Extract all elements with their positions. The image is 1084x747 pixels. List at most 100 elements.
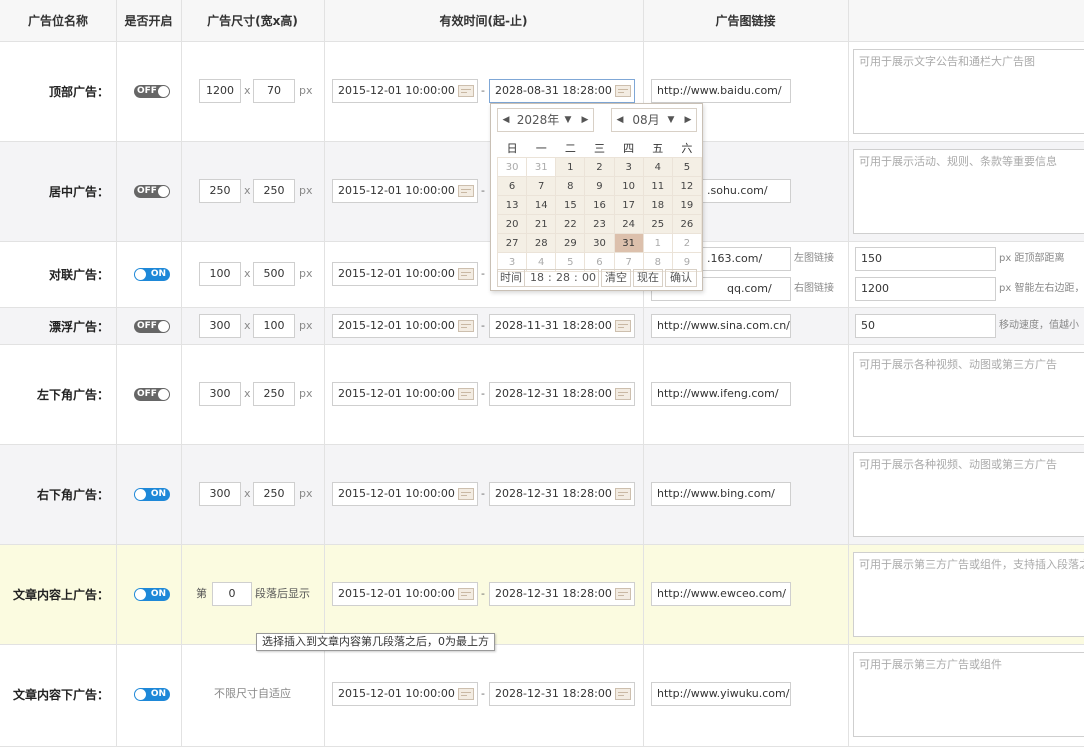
minute-value[interactable]: 28 [556,270,570,286]
paragraph-number-input[interactable]: 0 [212,582,252,606]
height-input[interactable]: 70 [253,79,295,103]
calendar-day[interactable]: 10 [613,176,644,196]
width-input[interactable]: 300 [199,482,241,506]
calendar-day[interactable]: 8 [555,176,586,196]
calendar-icon[interactable] [458,688,474,700]
second-value[interactable]: 00 [582,270,596,286]
end-date-input[interactable]: 2028-12-31 18:28:00 [489,582,635,606]
next-month-icon[interactable]: ▶ [680,109,696,131]
calendar-day[interactable]: 3 [613,157,644,177]
width-input[interactable]: 300 [199,382,241,406]
year-selector[interactable]: ◀ 2028年 ▼ ▶ [497,108,594,132]
start-date-input[interactable]: 2015-12-01 10:00:00 [332,79,478,103]
calendar-day[interactable]: 28 [526,233,557,253]
description-textarea[interactable]: 可用于展示各种视频、动图或第三方广告 [853,352,1084,437]
calendar-icon[interactable] [615,320,631,332]
width-input[interactable]: 250 [199,179,241,203]
height-input[interactable]: 250 [253,482,295,506]
width-input[interactable]: 300 [199,314,241,338]
prev-year-icon[interactable]: ◀ [498,109,514,131]
calendar-icon[interactable] [458,185,474,197]
calendar-icon[interactable] [458,388,474,400]
width-input[interactable]: 1200 [199,79,241,103]
start-date-input[interactable]: 2015-12-01 10:00:00 [332,314,478,338]
calendar-icon[interactable] [458,588,474,600]
calendar-day[interactable]: 11 [642,176,673,196]
calendar-day[interactable]: 20 [496,214,528,234]
toggle-switch[interactable]: ON [134,688,170,701]
description-textarea[interactable]: 可用于展示第三方广告或组件 [853,652,1084,737]
height-input[interactable]: 250 [253,382,295,406]
calendar-day[interactable]: 18 [642,195,673,215]
calendar-day[interactable]: 29 [555,233,586,253]
image-link-input[interactable]: http://www.baidu.com/ [651,79,791,103]
image-link-input[interactable]: http://www.yiwuku.com/ [651,682,791,706]
description-textarea[interactable]: 可用于展示活动、规则、条款等重要信息 [853,149,1084,234]
next-year-icon[interactable]: ▶ [577,109,593,131]
description-textarea[interactable]: 可用于展示各种视频、动图或第三方广告 [853,452,1084,537]
calendar-day[interactable]: 26 [671,214,703,234]
speed-input[interactable]: 50 [855,314,996,338]
calendar-day[interactable]: 22 [555,214,586,234]
toggle-switch[interactable]: OFF [134,85,170,98]
calendar-day[interactable]: 30 [584,233,615,253]
calendar-day[interactable]: 1 [555,157,586,177]
calendar-day[interactable]: 5 [671,157,703,177]
confirm-button[interactable]: 确认 [665,269,697,287]
toggle-switch[interactable]: OFF [134,388,170,401]
end-date-input[interactable]: 2028-12-31 18:28:00 [489,682,635,706]
calendar-day[interactable]: 9 [584,176,615,196]
start-date-input[interactable]: 2015-12-01 10:00:00 [332,179,478,203]
image-link-input[interactable]: http://www.ewceo.com/ [651,582,791,606]
calendar-icon[interactable] [615,688,631,700]
end-date-input[interactable]: 2028-12-31 18:28:00 [489,382,635,406]
hour-value[interactable]: 18 [530,270,544,286]
calendar-icon[interactable] [615,488,631,500]
calendar-day[interactable]: 15 [555,195,586,215]
toggle-switch[interactable]: OFF [134,320,170,333]
start-date-input[interactable]: 2015-12-01 10:00:00 [332,382,478,406]
toggle-switch[interactable]: ON [134,268,170,281]
calendar-day[interactable]: 2 [584,157,615,177]
toggle-switch[interactable]: OFF [134,185,170,198]
calendar-day[interactable]: 30 [496,157,528,177]
calendar-day[interactable]: 23 [584,214,615,234]
month-selector[interactable]: ◀ 08月 ▼ ▶ [611,108,697,132]
calendar-day[interactable]: 6 [496,176,528,196]
start-date-input[interactable]: 2015-12-01 10:00:00 [332,482,478,506]
time-selector[interactable]: 时间 18 : 28 : 00 [497,269,599,287]
calendar-icon[interactable] [615,588,631,600]
calendar-day[interactable]: 2 [671,233,703,253]
description-textarea[interactable]: 可用于展示文字公告和通栏大广告图 [853,49,1084,134]
height-input[interactable]: 100 [253,314,295,338]
calendar-day[interactable]: 27 [496,233,528,253]
calendar-icon[interactable] [458,268,474,280]
side-distance-input[interactable]: 1200 [855,277,996,301]
top-distance-input[interactable]: 150 [855,247,996,271]
image-link-input[interactable]: http://www.bing.com/ [651,482,791,506]
calendar-day[interactable]: 31 [526,157,557,177]
chevron-down-icon[interactable]: ▼ [560,109,576,131]
start-date-input[interactable]: 2015-12-01 10:00:00 [332,262,478,286]
end-date-input[interactable]: 2028-11-31 18:28:00 [489,314,635,338]
clear-button[interactable]: 清空 [601,269,631,287]
calendar-day[interactable]: 1 [642,233,673,253]
start-date-input[interactable]: 2015-12-01 10:00:00 [332,582,478,606]
end-date-input[interactable]: 2028-12-31 18:28:00 [489,482,635,506]
chevron-down-icon[interactable]: ▼ [663,109,679,131]
calendar-day[interactable]: 14 [526,195,557,215]
width-input[interactable]: 100 [199,262,241,286]
height-input[interactable]: 250 [253,179,295,203]
calendar-day[interactable]: 19 [671,195,703,215]
calendar-day[interactable]: 17 [613,195,644,215]
end-date-input[interactable]: 2028-08-31 18:28:00 [489,79,635,103]
height-input[interactable]: 500 [253,262,295,286]
now-button[interactable]: 现在 [633,269,663,287]
calendar-icon[interactable] [615,85,631,97]
calendar-day[interactable]: 25 [642,214,673,234]
calendar-day[interactable]: 13 [496,195,528,215]
calendar-day[interactable]: 4 [642,157,673,177]
calendar-icon[interactable] [458,85,474,97]
calendar-day[interactable]: 24 [613,214,644,234]
calendar-day[interactable]: 7 [526,176,557,196]
